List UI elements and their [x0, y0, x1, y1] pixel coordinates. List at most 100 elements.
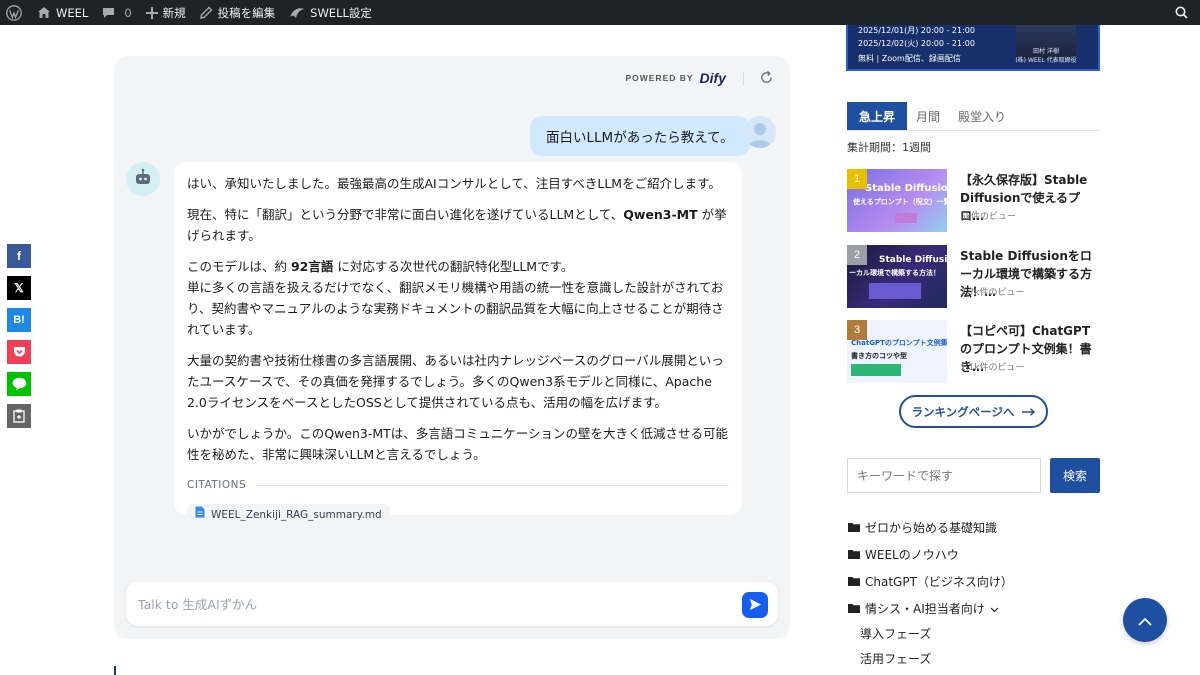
admin-bar: WEEL 0 新規 投稿を編集 SWELL設定	[0, 0, 1200, 25]
thumb-tag	[851, 364, 901, 376]
powered-by: POWERED BY Dify	[625, 70, 726, 86]
category-link[interactable]: 情シス・AI担当者向け	[848, 600, 999, 617]
copy-link-icon[interactable]	[7, 404, 31, 428]
robot-icon	[133, 168, 153, 190]
x-share-icon[interactable]: 𝕏	[7, 276, 31, 300]
edit-post-link[interactable]: 投稿を編集	[193, 0, 283, 25]
citation-item[interactable]: WEEL_Zenkiji_RAG_summary.md	[187, 504, 390, 526]
new-content-link[interactable]: 新規	[139, 0, 193, 25]
seminar-banner[interactable]: 2025/12/01(月) 20:00 - 21:00 2025/12/02(火…	[846, 25, 1100, 71]
category-link[interactable]: ゼロから始める基礎知識	[848, 519, 997, 536]
pocket-icon[interactable]	[7, 340, 31, 364]
search-button[interactable]: 検索	[1050, 458, 1100, 493]
answer-paragraph: 単に多くの言語を扱えるだけでなく、翻訳メモリ機構や用語の統一性を意識した設計がさ…	[187, 280, 724, 337]
ranking-views: 3.7k件のビュー	[960, 288, 1025, 298]
folder-icon	[848, 521, 860, 535]
thumb-subtitle: 使えるプロンプト（呪文）一覧	[853, 198, 947, 206]
category-label: 情シス・AI担当者向け	[865, 602, 985, 616]
thumb-title: Stable Diffusion	[865, 183, 947, 194]
keyword-search-input[interactable]	[857, 468, 1027, 483]
category-link[interactable]: ChatGPT（ビジネス向け）	[848, 573, 1013, 590]
ranking-period: 集計期間：1週間	[847, 141, 931, 154]
answer-bold: Qwen3-MT	[623, 207, 698, 222]
edit-post-label: 投稿を編集	[217, 5, 276, 20]
ranking-views: 5k件のビュー	[960, 212, 1016, 222]
rank-badge: 2	[847, 245, 867, 265]
answer-paragraph: 現在、特に「翻訳」という分野で非常に面白い進化を遂げているLLMとして、Qwen…	[187, 204, 729, 246]
powered-by-label: POWERED BY	[625, 73, 694, 83]
rank-badge: 3	[847, 320, 867, 340]
citations-label: CITATIONS	[187, 479, 247, 491]
hatena-bookmark-icon[interactable]: B!	[7, 308, 31, 332]
answer-text: このモデルは、約	[187, 259, 291, 274]
header-divider	[743, 72, 744, 86]
tab-monthly[interactable]: 月間	[907, 102, 949, 130]
swell-settings-label: SWELL設定	[310, 5, 372, 20]
category-label: WEELのノウハウ	[865, 548, 959, 562]
share-buttons: f 𝕏 B!	[7, 244, 31, 428]
answer-text: 現在、特に「翻訳」という分野で非常に面白い進化を遂げているLLMとして、	[187, 207, 624, 222]
speaker-name-text: 田村 洋樹	[1033, 48, 1059, 55]
chevron-up-icon	[1138, 611, 1152, 630]
ranking-tabs: 急上昇 月間 殿堂入り	[847, 102, 1015, 130]
thumb-title: Stable Diffusion	[879, 255, 947, 265]
ranking-button-label: ランキングページへ	[911, 404, 1015, 419]
wordpress-logo-icon[interactable]	[0, 0, 30, 25]
facebook-share-icon[interactable]: f	[7, 244, 31, 268]
chevron-down-icon[interactable]	[990, 602, 999, 616]
bot-answer: はい、承知いたしました。最強最高の生成AIコンサルとして、注目すべきLLMをご紹…	[174, 162, 742, 526]
reset-conversation-button[interactable]	[756, 69, 776, 89]
banner-date-2: 2025/12/02(火) 20:00 - 21:00	[858, 39, 975, 48]
adminbar-search-icon[interactable]	[1168, 0, 1200, 25]
speaker-title-text: (株) WEEL 代表取締役	[1015, 57, 1077, 64]
answer-paragraph: 大量の契約書や技術仕様書の多言語展開、あるいは社内ナレッジベースのグローバル展開…	[187, 353, 724, 410]
document-icon	[195, 505, 205, 526]
keyword-search-box	[847, 458, 1041, 493]
send-button[interactable]	[742, 592, 768, 618]
swell-settings-link[interactable]: SWELL設定	[282, 0, 379, 25]
ranking-item[interactable]: ChatGPTのプロンプト文例集 書き方のコツや型 3 【コピペ可】ChatGP…	[847, 320, 1100, 384]
ranking-page-button[interactable]: ランキングページへ	[899, 395, 1048, 428]
banner-note: 無料 | Zoom配信、録画配信	[858, 54, 961, 63]
comments-link[interactable]: 0	[95, 0, 138, 25]
subcategory-link[interactable]: 活用フェーズ	[860, 650, 931, 667]
thumb-tag	[869, 283, 921, 299]
comments-count: 0	[124, 5, 132, 20]
chat-input-box	[126, 582, 778, 626]
category-link[interactable]: WEELのノウハウ	[848, 546, 959, 563]
answer-paragraph: いかがでしょうか。このQwen3-MTは、多言語コミュニケーションの壁を大きく低…	[187, 426, 729, 462]
tab-hall-of-fame[interactable]: 殿堂入り	[949, 102, 1015, 130]
thumb-subtitle: 書き方のコツや型	[851, 352, 907, 360]
pencil-icon	[199, 6, 213, 19]
send-icon	[749, 596, 762, 615]
site-name: WEEL	[56, 5, 89, 20]
comment-icon	[102, 7, 115, 19]
folder-icon	[848, 602, 860, 616]
category-label: ChatGPT（ビジネス向け）	[865, 575, 1013, 589]
site-name-link[interactable]: WEEL	[30, 0, 95, 25]
answer-paragraph: このモデルは、約 92言語 に対応する次世代の翻訳特化型LLMです。	[187, 256, 729, 277]
user-avatar	[744, 116, 776, 148]
citations-header: CITATIONS	[187, 475, 729, 496]
rank-badge: 1	[847, 169, 867, 189]
home-icon	[37, 6, 51, 19]
folder-icon	[848, 575, 860, 589]
ranking-views: 1.1k件のビュー	[960, 363, 1025, 373]
ranking-item[interactable]: Stable Diffusion 使えるプロンプト（呪文）一覧 1 【永久保存版…	[847, 169, 1100, 233]
back-to-top-button[interactable]	[1123, 598, 1167, 642]
thumb-subtitle: ーカル環境で構築する方法！	[849, 269, 940, 277]
bot-avatar	[126, 162, 160, 196]
answer-text: に対応する次世代の翻訳特化型LLMです。	[333, 259, 574, 274]
refresh-icon	[759, 70, 774, 89]
subcategory-link[interactable]: 導入フェーズ	[860, 625, 931, 642]
banner-date-1: 2025/12/01(月) 20:00 - 21:00	[858, 26, 975, 35]
citation-filename: WEEL_Zenkiji_RAG_summary.md	[211, 508, 382, 521]
line-share-icon[interactable]	[7, 372, 31, 396]
answer-paragraph: はい、承知いたしました。最強最高の生成AIコンサルとして、注目すべきLLMをご紹…	[187, 176, 721, 191]
tab-trending[interactable]: 急上昇	[847, 102, 908, 130]
dify-logo: Dify	[699, 70, 726, 86]
text-cursor-marker	[114, 666, 116, 675]
ranking-item[interactable]: Stable Diffusion ーカル環境で構築する方法！ 2 Stable …	[847, 245, 1100, 309]
chat-input[interactable]	[138, 596, 718, 612]
plus-icon	[145, 6, 158, 19]
